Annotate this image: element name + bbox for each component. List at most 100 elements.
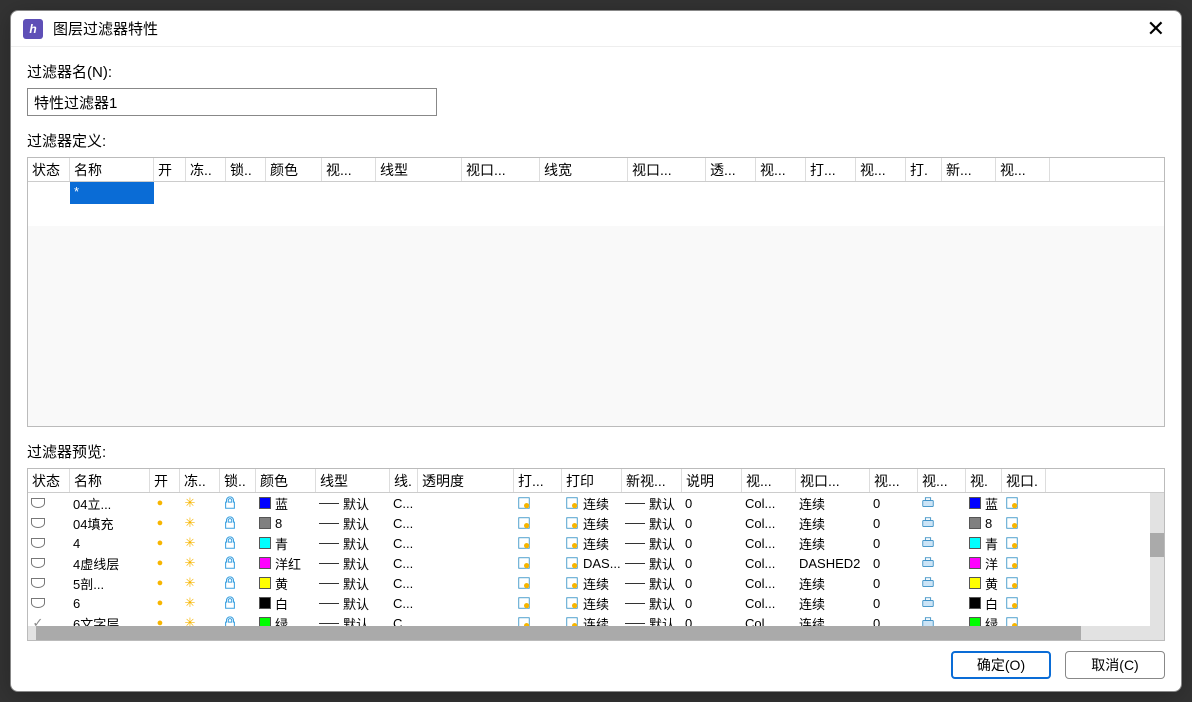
- preview-header-cell[interactable]: 状态: [28, 469, 70, 492]
- ok-button[interactable]: 确定(O): [951, 651, 1051, 679]
- dialog-content: 过滤器名(N): 过滤器定义: 状态名称开冻..锁..颜色视...线型视口...…: [11, 47, 1181, 691]
- definition-row[interactable]: *: [28, 182, 1164, 204]
- plot-icon: [921, 616, 935, 626]
- status-cell: [28, 616, 70, 626]
- filter-name-input[interactable]: [27, 88, 437, 116]
- desc-cell: 0: [682, 616, 742, 627]
- on-icon: [153, 516, 167, 530]
- viewport-icon: [1005, 576, 1019, 590]
- definition-header-cell[interactable]: 冻..: [186, 158, 226, 181]
- preview-header-cell[interactable]: 名称: [70, 469, 150, 492]
- desc-cell: 0: [682, 536, 742, 551]
- definition-header-cell[interactable]: 线宽: [540, 158, 628, 181]
- definition-header-cell[interactable]: 打.: [906, 158, 942, 181]
- preview-header-cell[interactable]: 线型: [316, 469, 390, 492]
- definition-header-cell[interactable]: 状态: [28, 158, 70, 181]
- preview-header-cell[interactable]: 视.: [966, 469, 1002, 492]
- preview-header-cell[interactable]: 打...: [514, 469, 562, 492]
- preview-header-cell[interactable]: 视口.: [1002, 469, 1046, 492]
- name-cell: 04立...: [70, 494, 150, 513]
- plotstyle-cell: [514, 616, 562, 626]
- definition-header-cell[interactable]: 线型: [376, 158, 462, 181]
- definition-header-cell[interactable]: 名称: [70, 158, 154, 181]
- preview-table[interactable]: 状态名称开冻..锁..颜色线型线.透明度打...打印新视...说明视...视口.…: [27, 468, 1165, 641]
- definition-header-cell[interactable]: 视口...: [628, 158, 706, 181]
- definition-header-cell[interactable]: 开: [154, 158, 186, 181]
- lock-icon: [223, 556, 237, 570]
- freeze-icon: [183, 496, 197, 510]
- preview-row[interactable]: 4青默认C...连续默认0Col...连续0青: [28, 533, 1164, 553]
- vp-linetype-cell: 连续: [796, 574, 870, 593]
- definition-header-cell[interactable]: 颜色: [266, 158, 322, 181]
- viewport-icon: [1005, 616, 1019, 626]
- on-icon: [153, 616, 167, 626]
- preview-row[interactable]: 6白默认C...连续默认0Col...连续0白: [28, 593, 1164, 613]
- plot-icon: [921, 516, 935, 530]
- preview-row[interactable]: 6文字层绿默认C...连续默认0Col...连续0绿: [28, 613, 1164, 626]
- vp-plot-cell: [918, 616, 966, 626]
- freeze-cell: [180, 496, 220, 510]
- lock-icon: [223, 576, 237, 590]
- preview-header-cell[interactable]: 说明: [682, 469, 742, 492]
- preview-header-cell[interactable]: 打印: [562, 469, 622, 492]
- viewport-icon: [1005, 556, 1019, 570]
- preview-header-cell[interactable]: 视...: [870, 469, 918, 492]
- freeze-icon: [183, 516, 197, 530]
- vp-lw-cell: 0: [870, 616, 918, 627]
- lineweight-cell: C...: [390, 616, 418, 627]
- lock-icon: [223, 616, 237, 626]
- vp-override-cell: Col...: [742, 556, 796, 571]
- status-cell: [28, 596, 70, 610]
- vp-plot-cell: [918, 516, 966, 530]
- preview-header-cell[interactable]: 视...: [742, 469, 796, 492]
- preview-header-cell[interactable]: 锁..: [220, 469, 256, 492]
- preview-header-cell[interactable]: 颜色: [256, 469, 316, 492]
- layer-filter-properties-dialog: h 图层过滤器特性 ✕ 过滤器名(N): 过滤器定义: 状态名称开冻..锁..颜…: [10, 10, 1182, 692]
- on-cell: [150, 596, 180, 610]
- on-cell: [150, 616, 180, 626]
- close-icon[interactable]: ✕: [1143, 18, 1169, 40]
- plot-cell: DAS...: [562, 556, 622, 571]
- linetype-cell: 默认: [316, 574, 390, 593]
- preview-row[interactable]: 04填充8默认C...连续默认0Col...连续08: [28, 513, 1164, 533]
- definition-header-cell[interactable]: 透...: [706, 158, 756, 181]
- vp-last-cell: [1002, 516, 1046, 530]
- desc-cell: 0: [682, 496, 742, 511]
- definition-table[interactable]: 状态名称开冻..锁..颜色视...线型视口...线宽视口...透...视...打…: [27, 157, 1165, 427]
- definition-header-cell[interactable]: 打...: [806, 158, 856, 181]
- status-cell: [28, 496, 70, 510]
- on-icon: [153, 536, 167, 550]
- layer-status-icon: [31, 496, 45, 510]
- vertical-scrollbar[interactable]: [1150, 493, 1164, 626]
- definition-header-cell[interactable]: 视...: [756, 158, 806, 181]
- definition-header-cell[interactable]: 新...: [942, 158, 996, 181]
- definition-header-cell[interactable]: 视...: [996, 158, 1050, 181]
- titlebar[interactable]: h 图层过滤器特性 ✕: [11, 11, 1181, 47]
- definition-header-cell[interactable]: 锁..: [226, 158, 266, 181]
- plotstyle-cell: [514, 536, 562, 550]
- newvp-cell: 默认: [622, 494, 682, 513]
- definition-header-cell[interactable]: 视...: [856, 158, 906, 181]
- definition-header-cell[interactable]: 视口...: [462, 158, 540, 181]
- preview-row[interactable]: 4虚线层洋红默认C...DAS...默认0Col...DASHED20洋: [28, 553, 1164, 573]
- horizontal-scrollbar[interactable]: [28, 626, 1164, 640]
- preview-row[interactable]: 04立...蓝默认C...连续默认0Col...连续0蓝: [28, 493, 1164, 513]
- color-cell: 绿: [256, 614, 316, 627]
- lock-cell: [220, 616, 256, 626]
- preview-header-cell[interactable]: 开: [150, 469, 180, 492]
- layer-status-icon: [31, 556, 45, 570]
- cancel-button[interactable]: 取消(C): [1065, 651, 1165, 679]
- definition-header-cell[interactable]: 视...: [322, 158, 376, 181]
- lock-cell: [220, 516, 256, 530]
- viewport-icon: [1005, 496, 1019, 510]
- preview-header-cell[interactable]: 视口...: [796, 469, 870, 492]
- preview-row[interactable]: 5剖...黄默认C...连续默认0Col...连续0黄: [28, 573, 1164, 593]
- preview-header-cell[interactable]: 视...: [918, 469, 966, 492]
- preview-header-cell[interactable]: 新视...: [622, 469, 682, 492]
- freeze-cell: [180, 516, 220, 530]
- preview-header-cell[interactable]: 线.: [390, 469, 418, 492]
- preview-header-cell[interactable]: 透明度: [418, 469, 514, 492]
- color-cell: 黄: [256, 574, 316, 593]
- preview-header-cell[interactable]: 冻..: [180, 469, 220, 492]
- newvp-cell: 默认: [622, 554, 682, 573]
